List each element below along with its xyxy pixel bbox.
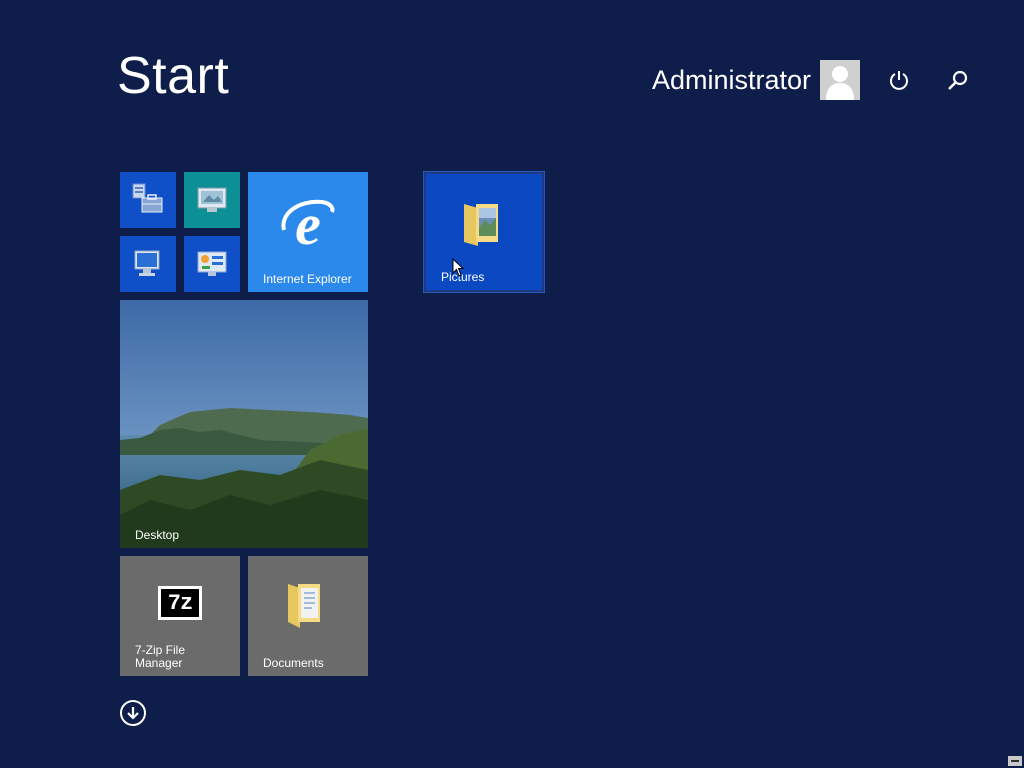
tile-documents[interactable]: Documents: [248, 556, 368, 676]
minus-icon[interactable]: [1008, 756, 1022, 766]
tile-label: Internet Explorer: [263, 272, 352, 286]
tile-task-manager[interactable]: [184, 236, 240, 292]
tile-7zip-file-manager[interactable]: 7z 7-Zip File Manager: [120, 556, 240, 676]
tile-label: 7-Zip File Manager: [135, 644, 185, 670]
desktop-wallpaper-image: [120, 300, 368, 548]
tile-control-panel[interactable]: [184, 172, 240, 228]
tile-label: Documents: [263, 656, 324, 670]
tile-label: Desktop: [135, 528, 180, 542]
power-icon[interactable]: [885, 66, 913, 94]
tile-pictures[interactable]: Pictures: [423, 171, 545, 293]
7zip-logo-text: 7z: [167, 590, 193, 616]
tile-this-pc[interactable]: [120, 236, 176, 292]
search-icon[interactable]: [944, 66, 972, 94]
control-panel-icon: [197, 187, 227, 212]
tile-label-line2: Manager: [135, 656, 183, 670]
documents-folder-icon: [288, 584, 320, 628]
pictures-folder-icon: [464, 204, 498, 246]
user-name[interactable]: Administrator: [652, 60, 811, 100]
tile-label-line1: 7-Zip File: [135, 643, 186, 657]
this-pc-icon: [134, 250, 160, 276]
tile-internet-explorer[interactable]: e Internet Explorer: [248, 172, 368, 292]
start-title: Start: [117, 47, 230, 105]
down-arrow-icon: [127, 707, 139, 720]
task-manager-icon: [197, 251, 227, 276]
all-apps-button[interactable]: [120, 700, 146, 726]
user-avatar-icon[interactable]: [820, 60, 861, 100]
7zip-logo-icon: 7z: [158, 586, 202, 620]
tile-label: Pictures: [441, 270, 485, 284]
tile-server-manager[interactable]: [120, 172, 176, 228]
start-screen: Start Administrator e Internet Explorer …: [0, 0, 1024, 768]
internet-explorer-icon: e: [281, 194, 335, 254]
user-account[interactable]: Administrator: [652, 60, 861, 100]
server-manager-icon: [132, 183, 163, 213]
tile-desktop[interactable]: Desktop: [120, 300, 368, 548]
